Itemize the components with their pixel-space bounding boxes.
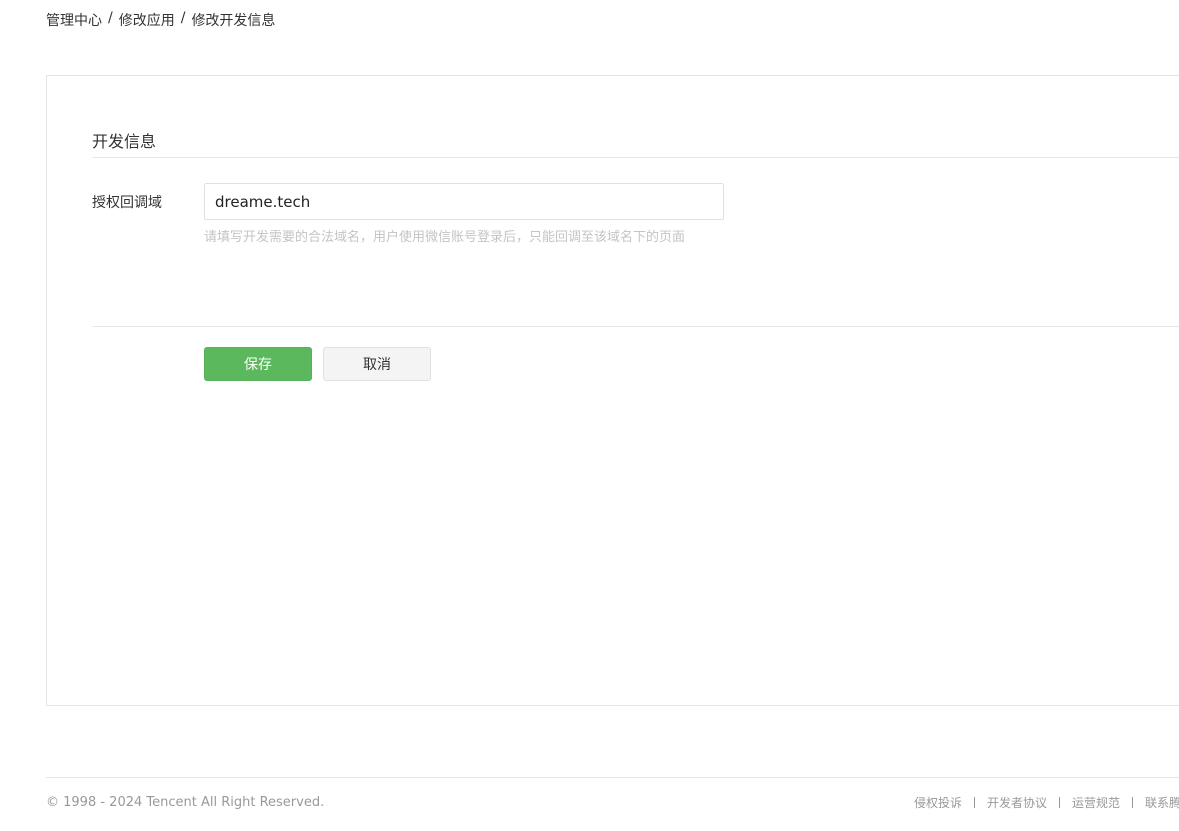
- breadcrumb-item-admin-center[interactable]: 管理中心: [46, 10, 102, 30]
- save-button[interactable]: 保存: [204, 347, 312, 381]
- section-title: 开发信息: [92, 132, 157, 151]
- breadcrumb-item-edit-app[interactable]: 修改应用: [119, 10, 175, 30]
- cancel-button[interactable]: 取消: [323, 347, 431, 381]
- footer-link-divider: [974, 797, 976, 808]
- footer-link-operation-rules[interactable]: 运营规范: [1072, 794, 1120, 811]
- footer-link-divider: [1059, 797, 1061, 808]
- dev-info-card: 开发信息 授权回调域 请填写开发需要的合法域名，用户使用微信账号登录后，只能回调…: [46, 75, 1179, 706]
- copyright-text: © 1998 - 2024 Tencent All Right Reserved…: [46, 795, 325, 810]
- footer-links: 侵权投诉 开发者协议 运营规范 联系腾讯: [914, 794, 1179, 811]
- footer-divider: [46, 777, 1179, 778]
- footer-link-contact[interactable]: 联系腾讯: [1145, 794, 1179, 811]
- footer-link-divider: [1132, 797, 1134, 808]
- footer-link-developer-agreement[interactable]: 开发者协议: [987, 794, 1047, 811]
- footer-link-infringement[interactable]: 侵权投诉: [914, 794, 962, 811]
- breadcrumb: 管理中心 / 修改应用 / 修改开发信息: [46, 10, 275, 30]
- callback-domain-input[interactable]: [204, 183, 724, 220]
- breadcrumb-separator: /: [108, 10, 113, 26]
- breadcrumb-separator: /: [180, 10, 186, 26]
- section-divider: [92, 157, 1179, 158]
- actions-divider: [92, 326, 1179, 327]
- callback-domain-hint: 请填写开发需要的合法域名，用户使用微信账号登录后，只能回调至该域名下的页面: [204, 230, 686, 245]
- breadcrumb-item-current: 修改开发信息: [191, 13, 276, 29]
- callback-domain-label: 授权回调域: [92, 195, 162, 211]
